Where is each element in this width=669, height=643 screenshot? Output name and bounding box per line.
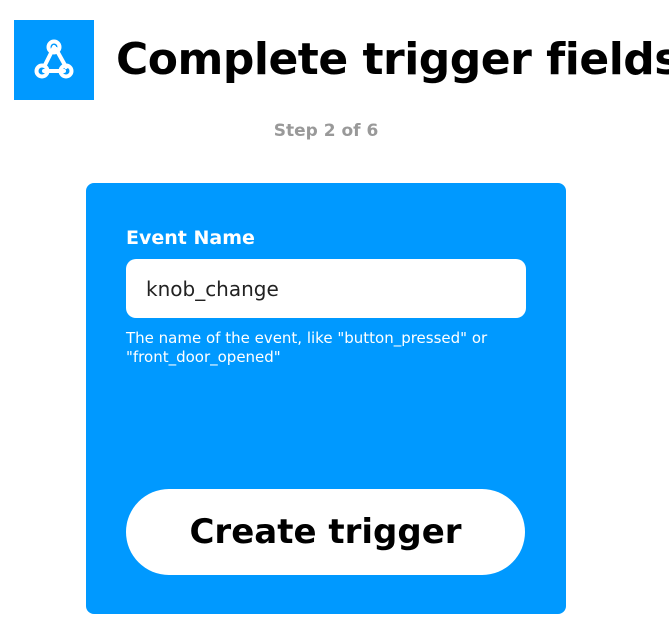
webhooks-icon — [34, 39, 74, 79]
page-title: Complete trigger fields — [116, 34, 669, 85]
page-header: Complete trigger fields — [14, 20, 669, 100]
create-trigger-button[interactable]: Create trigger — [126, 489, 525, 575]
page: Complete trigger fields Step 2 of 6 Even… — [0, 0, 669, 643]
service-logo — [14, 20, 94, 100]
step-indicator: Step 2 of 6 — [273, 121, 379, 141]
event-name-help-text: The name of the event, like "button_pres… — [126, 329, 488, 366]
trigger-fields-card: Event Name The name of the event, like "… — [86, 183, 566, 614]
event-name-input[interactable] — [126, 259, 526, 318]
event-name-label: Event Name — [126, 227, 255, 249]
